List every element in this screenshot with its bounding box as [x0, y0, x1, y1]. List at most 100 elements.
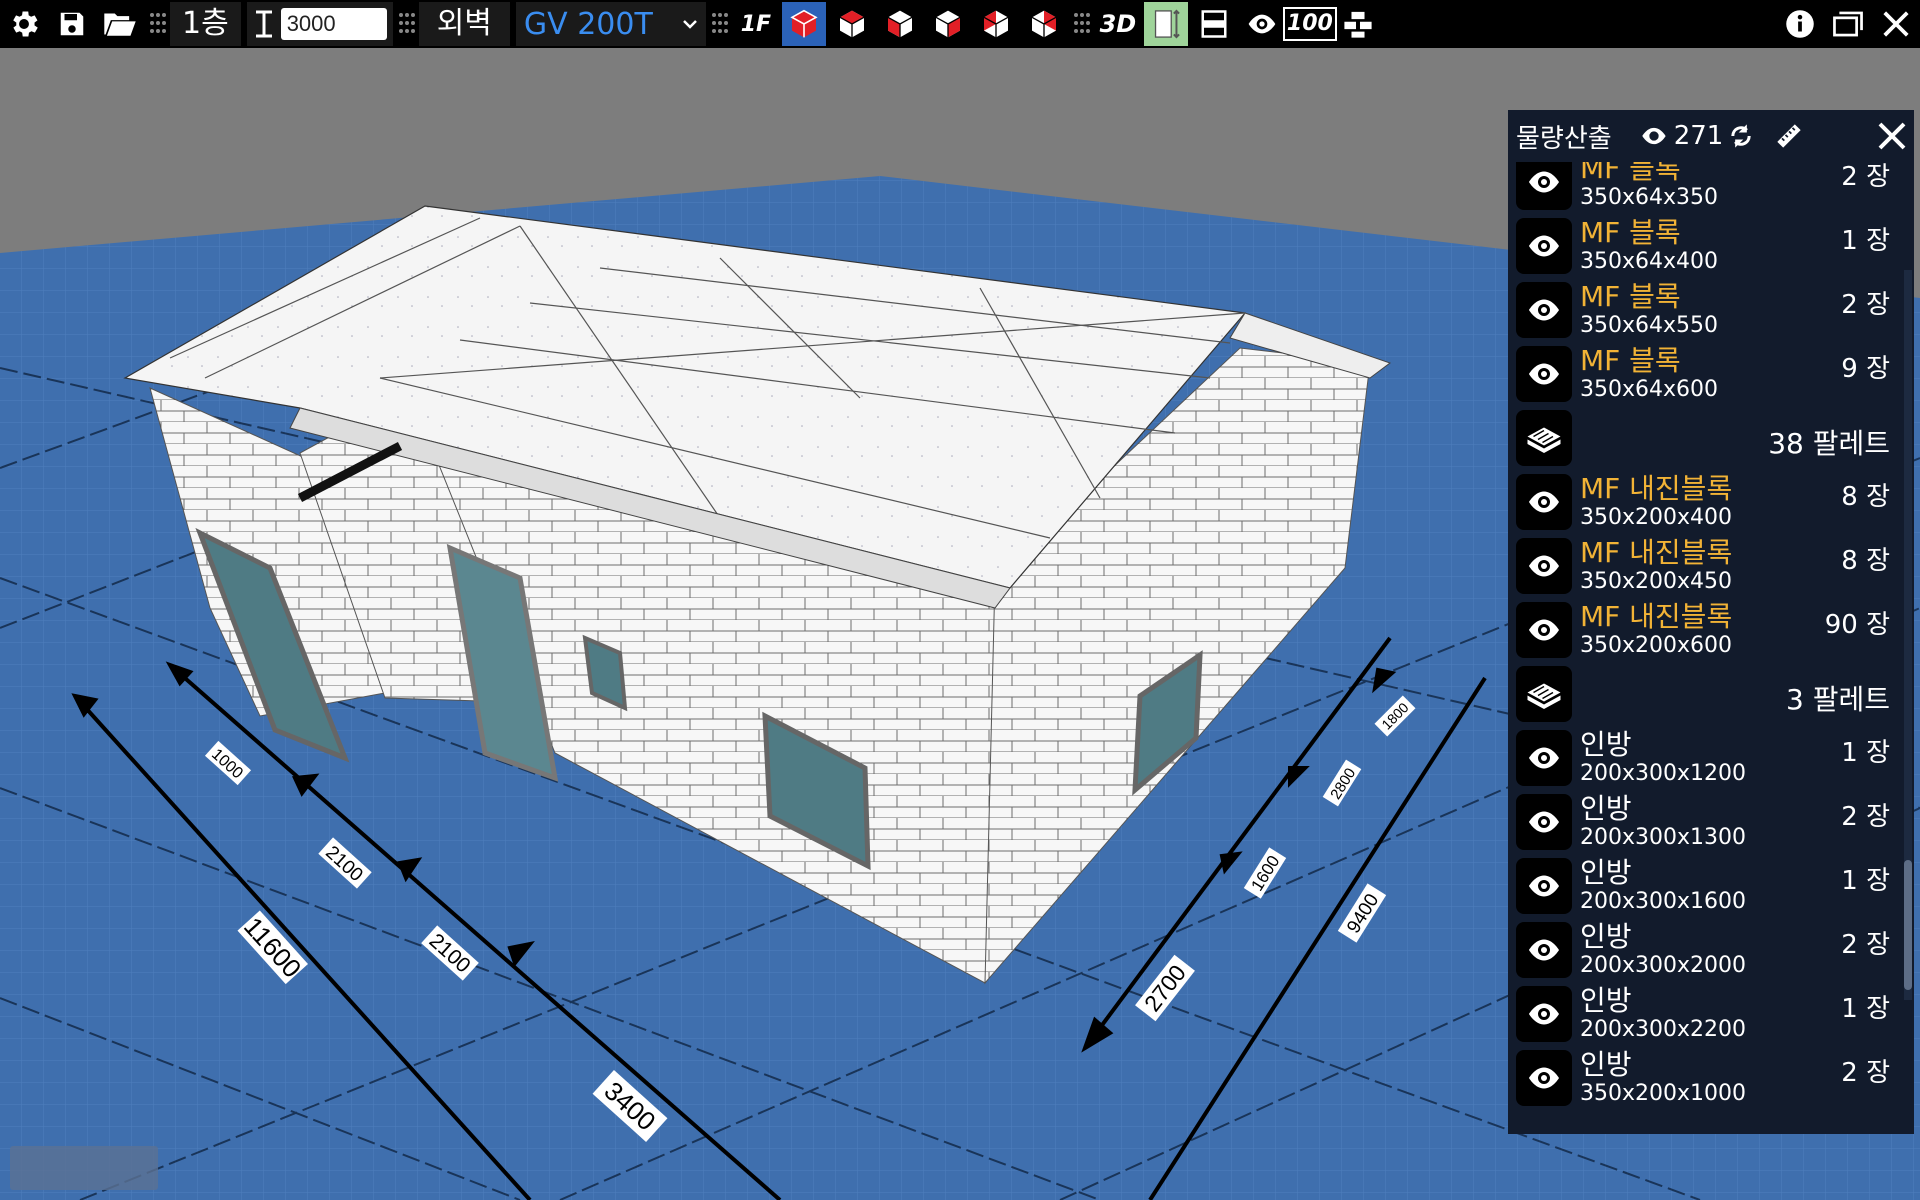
blocks-stack-icon[interactable]: [1336, 2, 1380, 46]
eye-icon[interactable]: [1516, 538, 1572, 594]
item-name: 인방: [1580, 1048, 1632, 1081]
refresh-icon[interactable]: [1727, 122, 1755, 150]
item-dimensions: 350x64x350: [1580, 185, 1719, 210]
list-item[interactable]: 인방 200x300x2200 1 장: [1508, 982, 1902, 1046]
scroll-thumb[interactable]: [1904, 860, 1912, 990]
item-quantity: 1 장: [1841, 226, 1890, 256]
eye-icon[interactable]: [1516, 1050, 1572, 1106]
view-front-cube-icon[interactable]: [830, 2, 874, 46]
view-back-cube-icon[interactable]: [974, 2, 1018, 46]
save-disk-icon[interactable]: [50, 2, 94, 46]
window-controls: [1776, 0, 1920, 48]
view-3d-button[interactable]: 3D: [1096, 2, 1140, 46]
wall-type-button[interactable]: 외벽: [418, 2, 510, 46]
toolbar-grip-icon: [706, 2, 732, 46]
item-quantity: 8 장: [1841, 482, 1890, 512]
list-item[interactable]: MF 블록 350x64x550 2 장: [1508, 278, 1902, 342]
panel-scrollbar[interactable]: [1904, 270, 1912, 1000]
visibility-eye-icon[interactable]: [1240, 2, 1284, 46]
quantity-list[interactable]: MF 블록 350x64x350 2 장 MF 블록 350x64x400 1 장 …: [1508, 162, 1902, 1134]
eye-icon[interactable]: [1516, 346, 1572, 402]
floor-view-button[interactable]: 1F: [734, 2, 778, 46]
pallet-summary-row: 38 팔레트: [1508, 406, 1902, 470]
material-select[interactable]: GV 200T: [515, 2, 706, 46]
eye-icon[interactable]: [1516, 474, 1572, 530]
ruler-icon[interactable]: [1775, 122, 1803, 150]
item-name: MF 블록: [1580, 162, 1681, 185]
item-dimensions: 200x300x2200: [1580, 1017, 1747, 1042]
floor-view-label: 1F: [740, 11, 772, 37]
list-item[interactable]: MF 블록 350x64x400 1 장: [1508, 214, 1902, 278]
eye-icon[interactable]: [1516, 858, 1572, 914]
pallet-icon: [1516, 410, 1572, 466]
item-dimensions: 350x200x600: [1580, 633, 1733, 658]
wall-type-label: 외벽: [436, 6, 492, 41]
list-item[interactable]: 인방 200x300x1200 1 장: [1508, 726, 1902, 790]
close-panel-icon[interactable]: [1876, 120, 1908, 152]
top-toolbar: 1층 외벽 GV 200T 1F 3D: [0, 0, 1920, 48]
item-name: 인방: [1580, 792, 1632, 825]
pallet-count: 3 팔레트: [1786, 683, 1890, 716]
list-item[interactable]: MF 내진블록 350x200x450 8 장: [1508, 534, 1902, 598]
material-value: GV 200T: [523, 6, 653, 42]
eye-icon[interactable]: [1516, 282, 1572, 338]
eye-icon[interactable]: [1516, 922, 1572, 978]
scale-button[interactable]: 100: [1282, 2, 1337, 46]
item-name: MF 블록: [1580, 280, 1681, 313]
height-icon: [255, 10, 272, 38]
eye-icon[interactable]: [1516, 794, 1572, 850]
item-name: 인방: [1580, 984, 1632, 1017]
list-item[interactable]: 인방 200x300x2000 2 장: [1508, 918, 1902, 982]
close-window-icon[interactable]: [1874, 2, 1918, 46]
eye-icon[interactable]: [1516, 218, 1572, 274]
eye-icon[interactable]: [1516, 986, 1572, 1042]
item-quantity: 2 장: [1841, 162, 1890, 192]
eye-icon[interactable]: [1640, 126, 1668, 146]
floor-label: 1층: [182, 6, 229, 41]
item-dimensions: 350x200x400: [1580, 505, 1733, 530]
toolbar-grip-icon: [144, 2, 170, 46]
item-dimensions: 200x300x1200: [1580, 761, 1747, 786]
item-dimensions: 350x64x600: [1580, 377, 1719, 402]
floor-selector[interactable]: 1층: [170, 2, 241, 46]
maximize-window-icon[interactable]: [1826, 2, 1870, 46]
eye-icon[interactable]: [1516, 730, 1572, 786]
item-dimensions: 350x64x400: [1580, 249, 1719, 274]
panel-header: 물량산출 271: [1508, 110, 1914, 162]
item-quantity: 1 장: [1841, 994, 1890, 1024]
view-3d-label: 3D: [1099, 10, 1137, 38]
eye-icon[interactable]: [1516, 602, 1572, 658]
info-icon[interactable]: [1778, 2, 1822, 46]
view-side-cube-icon[interactable]: [1022, 2, 1066, 46]
eye-icon[interactable]: [1516, 162, 1572, 210]
wall-height-input[interactable]: [280, 8, 387, 40]
wall-height-toggle-icon[interactable]: [1143, 2, 1188, 46]
open-folder-icon[interactable]: [98, 2, 142, 46]
item-quantity: 2 장: [1841, 290, 1890, 320]
list-item[interactable]: 인방 200x300x1300 2 장: [1508, 790, 1902, 854]
list-item[interactable]: MF 내진블록 350x200x400 8 장: [1508, 470, 1902, 534]
item-quantity: 1 장: [1841, 738, 1890, 768]
item-name: MF 내진블록: [1580, 536, 1733, 569]
panel-title: 물량산출: [1516, 123, 1612, 154]
item-name: MF 블록: [1580, 344, 1681, 377]
list-item[interactable]: MF 블록 350x64x600 9 장: [1508, 342, 1902, 406]
quantity-panel: 물량산출 271 MF 블록 350x64x350 2 장 MF 블록 350x64…: [1508, 110, 1914, 1134]
view-right-cube-icon[interactable]: [926, 2, 970, 46]
view-left-cube-icon[interactable]: [878, 2, 922, 46]
pallet-icon: [1516, 666, 1572, 722]
view-top-cube-icon[interactable]: [781, 2, 826, 46]
item-quantity: 2 장: [1841, 930, 1890, 960]
toolbar-grip-icon: [1068, 2, 1094, 46]
item-quantity: 90 장: [1824, 610, 1890, 640]
item-dimensions: 350x200x1000: [1580, 1081, 1747, 1106]
floor-slab-icon[interactable]: [1192, 2, 1236, 46]
list-item[interactable]: 인방 200x300x1600 1 장: [1508, 854, 1902, 918]
item-quantity: 2 장: [1841, 1058, 1890, 1088]
settings-gear-icon[interactable]: [2, 2, 46, 46]
item-name: 인방: [1580, 920, 1632, 953]
pallet-count: 38 팔레트: [1768, 427, 1890, 460]
list-item[interactable]: 인방 350x200x1000 2 장: [1508, 1046, 1902, 1110]
list-item[interactable]: MF 블록 350x64x350 2 장: [1508, 162, 1902, 214]
list-item[interactable]: MF 내진블록 350x200x600 90 장: [1508, 598, 1902, 662]
